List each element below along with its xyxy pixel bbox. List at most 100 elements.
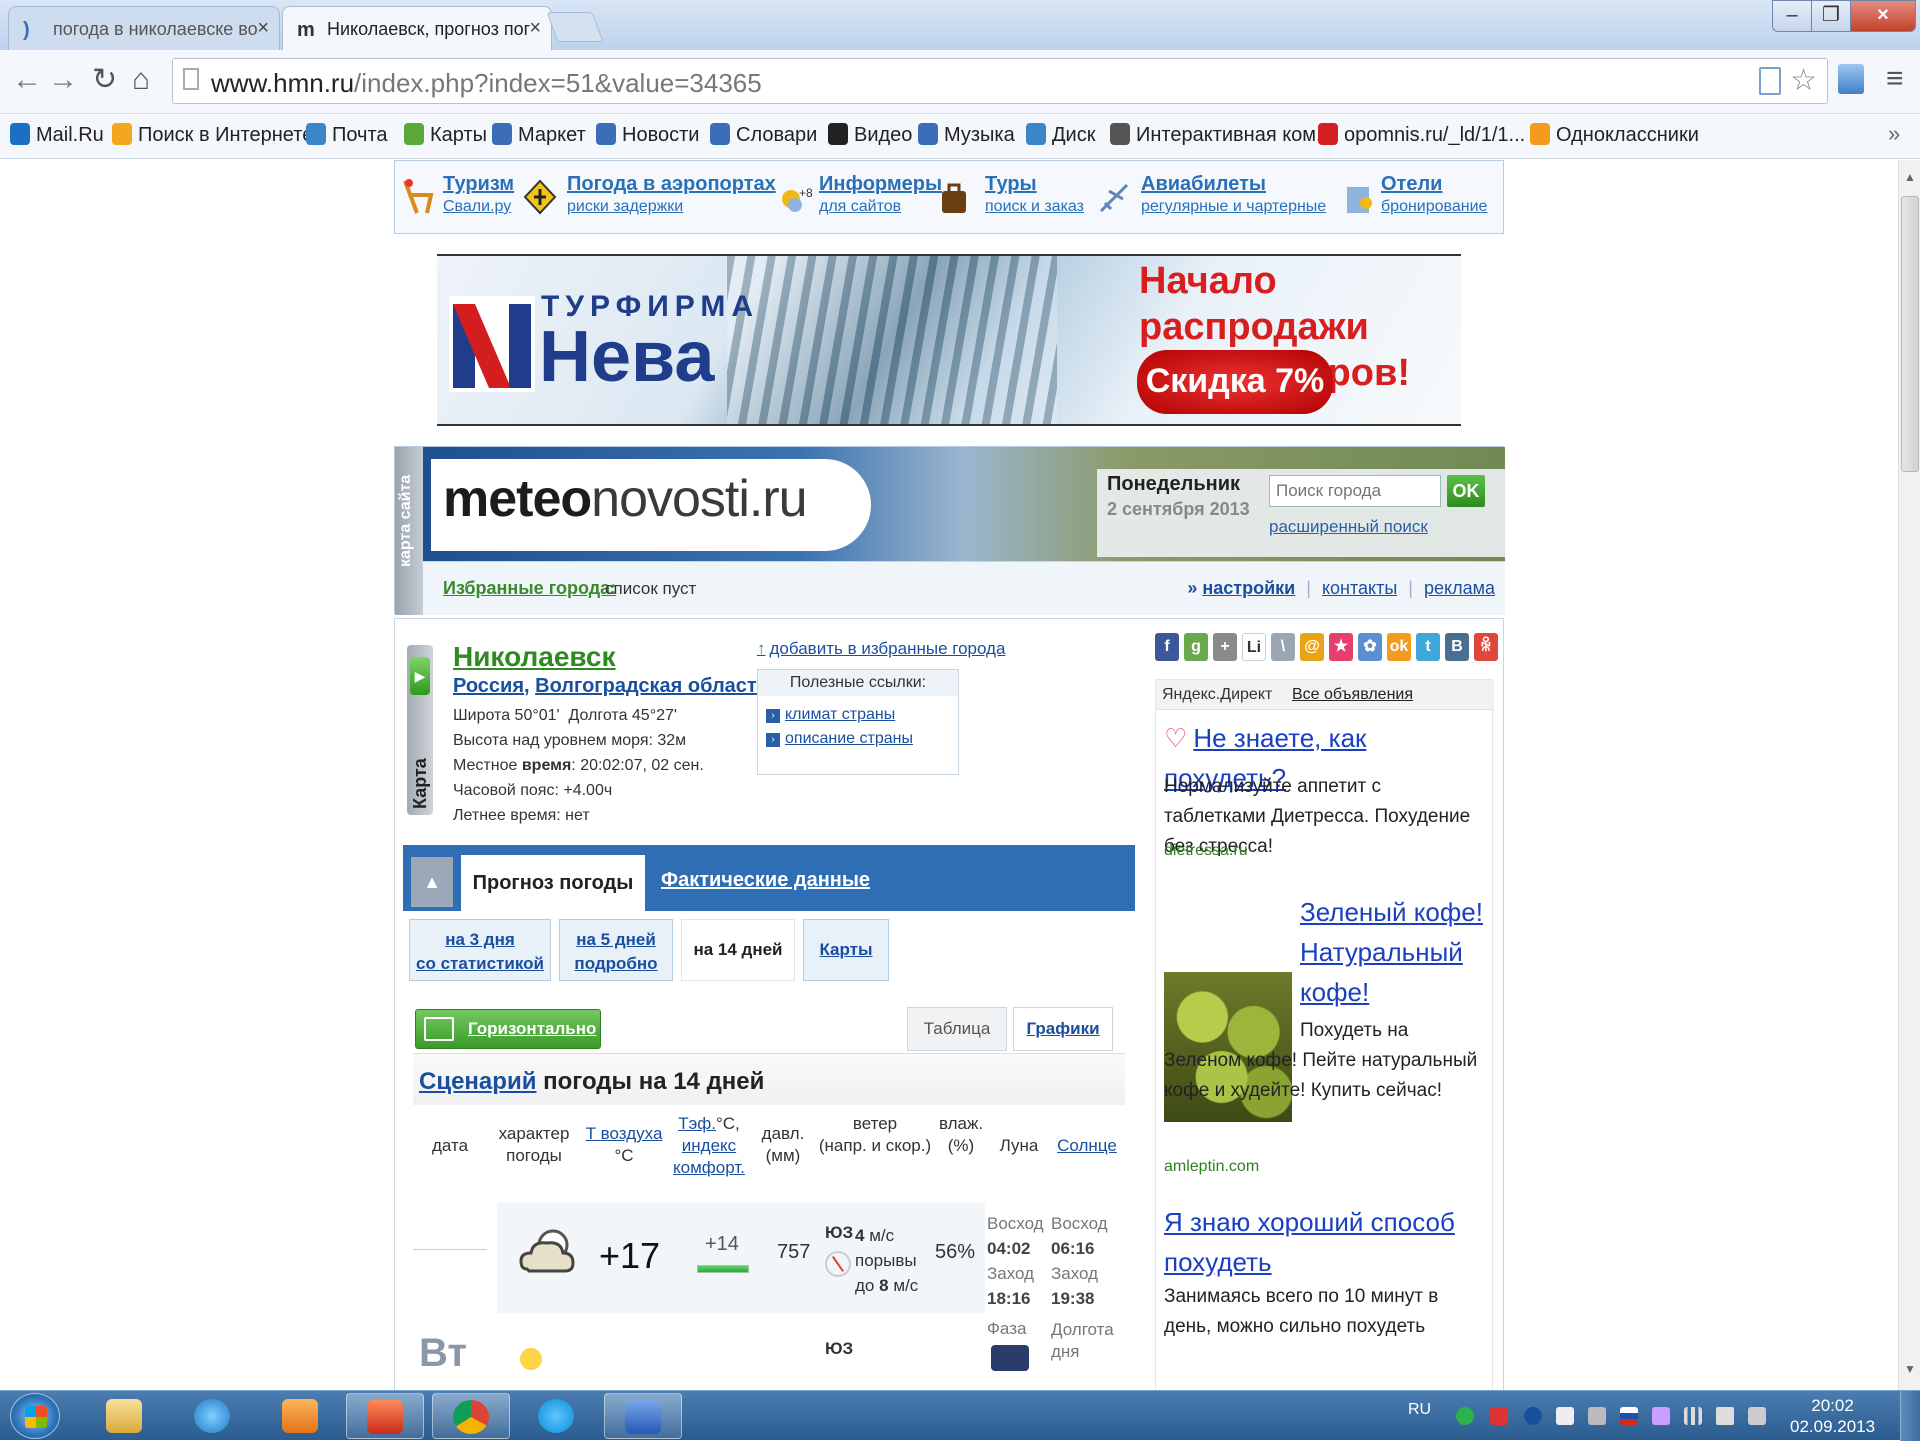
bookmark-item[interactable]: Одноклассники (1530, 123, 1699, 147)
view-graphs-tab[interactable]: Графики (1013, 1007, 1113, 1051)
service-airport-weather[interactable]: Погода в аэропортах риски задержки (567, 173, 776, 216)
volume-icon[interactable] (1716, 1407, 1734, 1425)
bookmark-item[interactable]: Карты (404, 123, 487, 147)
close-window-button[interactable]: × (1850, 0, 1916, 32)
google-icon[interactable]: g (1184, 633, 1208, 661)
plus-icon[interactable]: + (1213, 633, 1237, 661)
all-ads-link[interactable]: Все объявления (1292, 686, 1413, 704)
scroll-down-icon[interactable]: ▼ (1904, 1362, 1916, 1376)
tab-close-icon[interactable]: × (529, 17, 541, 40)
service-tourism[interactable]: Туризм Свали.ру (443, 173, 514, 216)
vk-icon[interactable]: B (1445, 633, 1469, 661)
star-icon[interactable]: ★ (1329, 633, 1353, 661)
region-link[interactable]: Волгоградская область (535, 675, 769, 697)
page-action-icon[interactable] (1759, 67, 1781, 95)
pen-icon[interactable]: \ (1271, 633, 1295, 661)
bookmark-item[interactable]: Интерактивная ком... (1110, 123, 1333, 147)
bookmark-item[interactable]: Видео (828, 123, 912, 147)
taskbar-chrome[interactable] (432, 1393, 510, 1439)
neva-ad-banner[interactable]: ТУРФИРМА Нева Начало распродажи зимних т… (437, 254, 1461, 426)
taskbar-reader[interactable] (346, 1393, 424, 1439)
scenario-link[interactable]: Сценарий (419, 1068, 536, 1095)
start-button[interactable] (10, 1393, 60, 1439)
reload-icon[interactable]: ↻ (92, 62, 117, 98)
advanced-search-link[interactable]: расширенный поиск (1269, 517, 1428, 537)
sitemap-tab[interactable]: карта сайта (395, 447, 423, 615)
liveinternet-icon[interactable]: Li (1242, 633, 1266, 661)
tab-maps[interactable]: Карты (803, 919, 889, 981)
figure-icon[interactable]: ꆜ (1474, 633, 1498, 661)
action-center-flag-icon[interactable] (1556, 1407, 1574, 1425)
map-tab[interactable]: ▶ Карта (407, 645, 433, 815)
settings-link[interactable]: настройки (1202, 578, 1295, 598)
home-icon[interactable]: ⌂ (132, 62, 150, 98)
url-text[interactable]: www.hmn.ru/index.php?index=51&value=3436… (211, 68, 762, 99)
service-flights[interactable]: Авиабилеты регулярные и чартерные (1141, 173, 1326, 216)
app-tray-icon[interactable] (1652, 1407, 1670, 1425)
service-informers[interactable]: Информеры для сайтов (819, 173, 942, 216)
taskbar-ie[interactable] (174, 1393, 252, 1439)
language-indicator[interactable]: RU (1408, 1401, 1431, 1419)
collapse-button[interactable]: ▲ (411, 857, 453, 907)
taskbar-skype[interactable] (518, 1393, 596, 1439)
bookmark-item[interactable]: Почта (306, 123, 388, 147)
bluetooth-icon[interactable] (1524, 1407, 1542, 1425)
scroll-up-icon[interactable]: ▲ (1904, 170, 1916, 184)
power-icon[interactable] (1748, 1407, 1766, 1425)
bookmark-item[interactable]: opomnis.ru/_ld/1/1... (1318, 123, 1525, 147)
service-tours[interactable]: Туры поиск и заказ (985, 173, 1084, 216)
tab-close-icon[interactable]: × (257, 17, 269, 40)
extension-icon[interactable] (1838, 64, 1864, 94)
ad-1-url[interactable]: dietressa.ru (1164, 842, 1248, 860)
chrome-menu-icon[interactable]: ≡ (1886, 62, 1904, 96)
advertising-link[interactable]: реклама (1424, 578, 1495, 598)
forward-icon[interactable]: → (48, 62, 78, 98)
russian-flag-icon[interactable] (1620, 1407, 1638, 1425)
page-scrollbar[interactable]: ▲ ▼ (1898, 160, 1920, 1390)
tab-actual-data[interactable]: Фактические данные (661, 869, 870, 892)
security-icon[interactable] (1490, 1407, 1508, 1425)
ad-2-url[interactable]: amleptin.com (1164, 1158, 1259, 1176)
city-name[interactable]: Николаевск (453, 641, 616, 673)
bookmark-star-icon[interactable]: ☆ (1790, 63, 1817, 98)
bookmarks-overflow-button[interactable]: » (1888, 121, 1900, 147)
bookmark-item[interactable]: Новости (596, 123, 699, 147)
myworld-icon[interactable]: ✿ (1358, 633, 1382, 661)
country-description-link[interactable]: › описание страны (766, 730, 913, 748)
bookmark-item[interactable]: Диск (1026, 123, 1095, 147)
view-table-tab[interactable]: Таблица (907, 1007, 1007, 1051)
show-desktop-button[interactable] (1900, 1391, 1920, 1441)
bookmark-item[interactable]: Mail.Ru (10, 123, 104, 147)
tab-forecast[interactable]: Прогноз погоды (461, 855, 645, 911)
mailru-icon[interactable]: @ (1300, 633, 1324, 661)
new-tab-button[interactable] (546, 12, 604, 42)
contacts-link[interactable]: контакты (1322, 578, 1397, 598)
taskbar-explorer[interactable] (86, 1393, 164, 1439)
facebook-icon[interactable]: f (1155, 633, 1179, 661)
add-favorite-link[interactable]: ↑ добавить в избранные города (757, 639, 1005, 659)
taskbar-word[interactable] (604, 1393, 682, 1439)
country-link[interactable]: Россия (453, 675, 524, 697)
twitter-icon[interactable]: t (1416, 633, 1440, 661)
ad-3-title[interactable]: Я знаю хороший способ похудеть (1164, 1202, 1484, 1282)
bookmark-item[interactable]: Музыка (918, 123, 1015, 147)
tab-14-days[interactable]: на 14 дней (681, 919, 795, 981)
minimize-button[interactable]: – (1772, 0, 1812, 32)
address-bar[interactable]: www.hmn.ru/index.php?index=51&value=3436… (172, 58, 1828, 104)
tab-inactive[interactable]: ) погода в николаевске во × (8, 6, 280, 50)
service-hotels[interactable]: Отели бронирование (1381, 173, 1487, 216)
bookmark-item[interactable]: Маркет (492, 123, 586, 147)
horizontal-view-button[interactable]: Горизонтально (415, 1009, 601, 1049)
maximize-button[interactable]: ❐ (1811, 0, 1851, 32)
ad-2-title[interactable]: Зеленый кофе! Натуральный кофе! (1300, 892, 1488, 1012)
scrollbar-thumb[interactable] (1901, 196, 1919, 472)
taskbar-media-player[interactable] (262, 1393, 340, 1439)
network-icon[interactable] (1684, 1407, 1702, 1425)
bookmark-item[interactable]: Поиск в Интернете (112, 123, 313, 147)
odnoklassniki-icon[interactable]: ok (1387, 633, 1411, 661)
display-icon[interactable] (1588, 1407, 1606, 1425)
tab-active[interactable]: m Николаевск, прогноз пог × (282, 6, 552, 50)
favorite-cities-link[interactable]: Избранные города: (443, 578, 616, 599)
back-icon[interactable]: ← (12, 62, 42, 98)
site-logo[interactable]: meteonovosti.ru (431, 459, 871, 551)
